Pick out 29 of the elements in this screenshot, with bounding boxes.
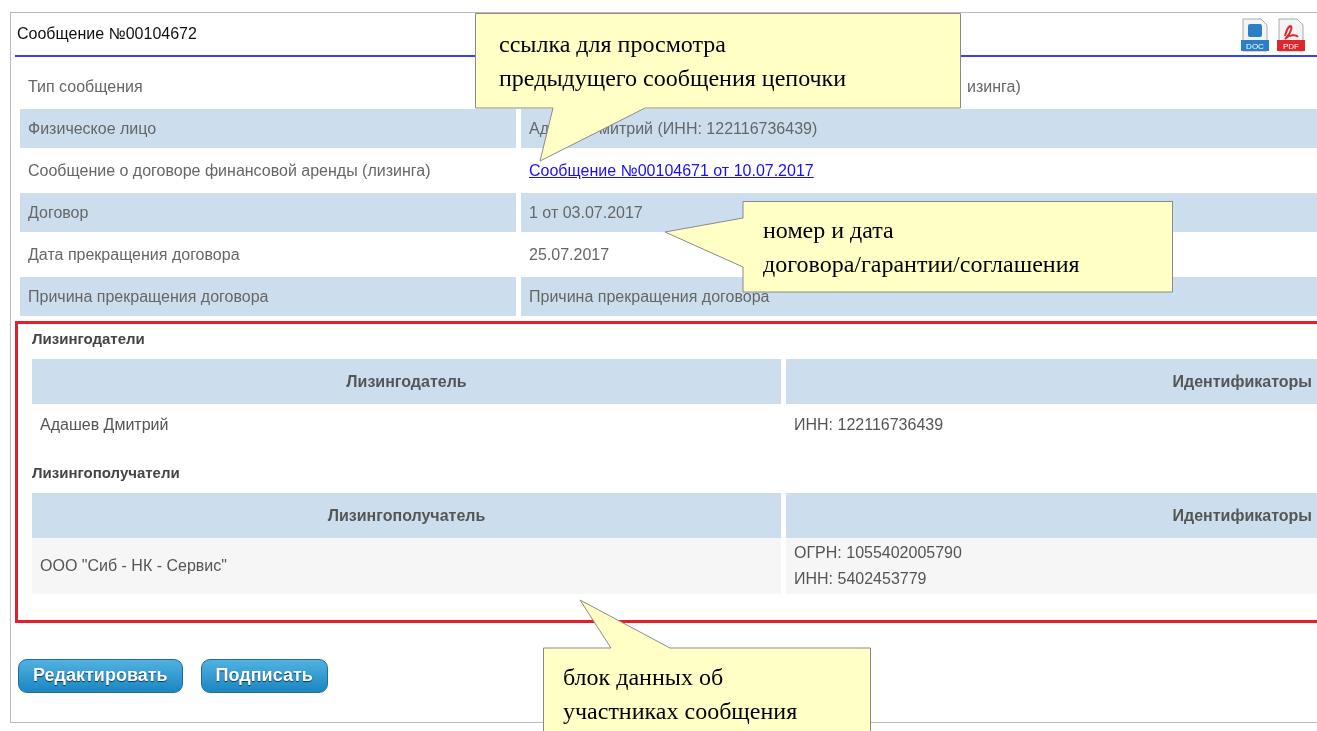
message-link[interactable]: Сообщение №00104671 от 10.07.2017 bbox=[529, 159, 814, 182]
callout-text: номер и дата договора/гарантии/соглашения bbox=[763, 216, 1080, 279]
field-label: Физическое лицо bbox=[20, 109, 516, 148]
field-label: Причина прекращения договора bbox=[20, 277, 516, 316]
doc-file-icon[interactable]: DOC bbox=[1240, 18, 1270, 52]
column-header: Лизингодатель bbox=[32, 359, 781, 404]
field-label: Дата прекращения договора bbox=[27, 245, 241, 265]
section-heading: Лизингополучатели bbox=[32, 464, 181, 481]
table-cell-text: ООО "Сиб - НК - Сервис" bbox=[40, 557, 228, 575]
field-value: 25.07.2017 bbox=[529, 245, 610, 265]
field-value: 1 от 03.07.2017 bbox=[529, 203, 643, 223]
table-cell-text: Адашев Дмитрий bbox=[40, 416, 170, 434]
section-heading: Лизингодатели bbox=[32, 330, 146, 347]
column-header: Идентификаторы bbox=[786, 493, 1317, 538]
sign-button[interactable]: Подписать bbox=[200, 659, 328, 693]
field-label: Сообщение о договоре финансовой аренды (лизинга) bbox=[27, 161, 432, 181]
table-cell-text: ИНН: 122116736439 bbox=[794, 416, 945, 434]
pdf-file-icon[interactable]: PDF bbox=[1276, 18, 1306, 52]
field-value: Причина прекращения договора bbox=[529, 287, 770, 307]
edit-button[interactable]: Редактировать bbox=[18, 659, 183, 693]
callout-text: ссылка для просмотра предыдущего сообщения цепочки bbox=[499, 30, 847, 93]
table-cell-text: ОГРН: 1055402005790 bbox=[794, 544, 963, 562]
callout-text: блок данных об участниках сообщения bbox=[563, 663, 798, 726]
column-header: Идентификаторы bbox=[786, 359, 1317, 404]
table-cell-text: ИНН: 5402453779 bbox=[794, 570, 928, 588]
message-title: Сообщение №00104672 bbox=[17, 25, 198, 43]
field-value: изинга) bbox=[967, 77, 1021, 97]
column-header: Лизингополучатель bbox=[32, 493, 781, 538]
field-label: Договор bbox=[20, 193, 516, 232]
